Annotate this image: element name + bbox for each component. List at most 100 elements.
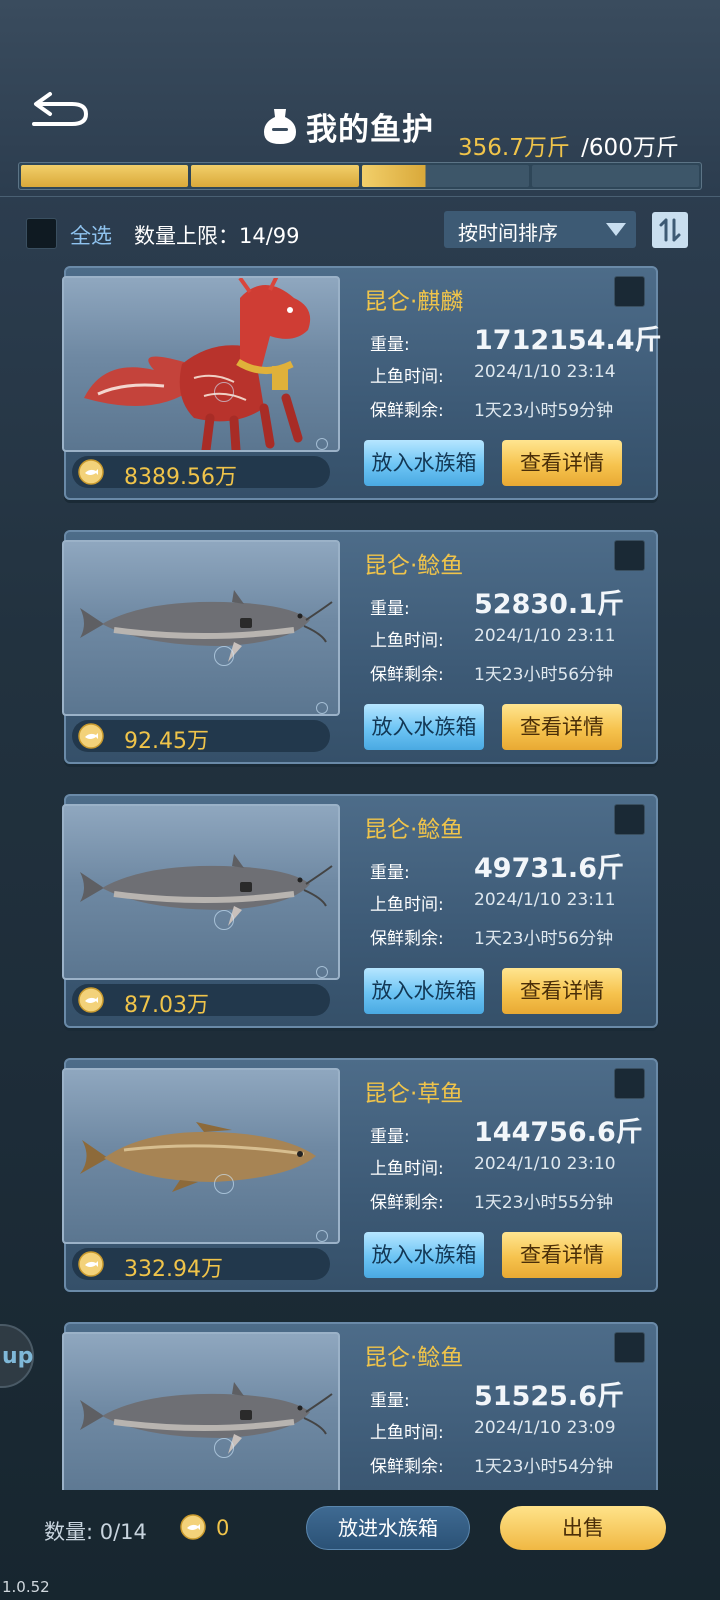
back-arrow-icon [32,92,89,126]
view-details-button[interactable]: 查看详情 [502,1232,622,1278]
fish-name: 昆仑·鲶鱼 [364,1345,464,1371]
catch-time-label: 上鱼时间: [370,1423,444,1443]
fish-catch-time: 2024/1/10 23:11 [474,626,616,646]
capacity-current: 356.7万斤 [458,135,570,161]
sort-order-toggle[interactable] [652,212,688,248]
fish-fresh-remaining: 1天23小时55分钟 [474,1193,614,1213]
catch-time-label: 上鱼时间: [370,895,444,915]
fresh-remaining-label: 保鲜剩余: [370,665,444,685]
fish-name: 昆仑·鲶鱼 [364,817,464,843]
capacity-max: 600万斤 [588,135,679,161]
catch-time-label: 上鱼时间: [370,1159,444,1179]
fish-image-frame [62,276,340,452]
progress-segment [191,165,359,187]
progress-segment [361,165,529,187]
fish-weight: 1712154.4斤 [474,325,662,356]
fish-value: 87.03万 [124,993,209,1018]
view-details-button[interactable]: 查看详情 [502,968,622,1014]
weight-label: 重量: [370,599,410,619]
footer-bar: 数量: 0/14 0 放进水族箱 出售 [0,1494,720,1574]
catfish-image [80,1382,333,1454]
fish-value-pill: 92.45万 [72,720,330,754]
fresh-remaining-label: 保鲜剩余: [370,401,444,421]
add-to-aquarium-button[interactable]: 放入水族箱 [364,704,484,750]
add-to-aquarium-button[interactable]: 放入水族箱 [364,440,484,486]
sort-dropdown[interactable]: 按时间排序 [444,211,636,248]
fish-value: 92.45万 [124,729,209,754]
fish-name: 昆仑·鲶鱼 [364,553,464,579]
bubble-decoration [214,382,234,402]
bubble-decoration [214,646,234,666]
fish-card[interactable]: 8389.56万 昆仑·麒麟 重量: 1712154.4斤 上鱼时间: 2024/1/10… [62,266,662,500]
page-title: 我的鱼护 [306,111,434,148]
fish-weight: 144756.6斤 [474,1117,643,1148]
back-button[interactable] [30,86,92,132]
bubble-decoration [316,966,328,978]
fish-select-checkbox[interactable] [614,276,645,307]
fish-fresh-remaining: 1天23小时59分钟 [474,401,614,421]
fish-card[interactable]: 昆仑·鲶鱼重量: 51525.6斤上鱼时间: 2024/1/10 23:09 保鲜剩余… [62,1322,658,1490]
fish-fresh-remaining: 1天23小时56分钟 [474,929,614,949]
select-all-checkbox[interactable] [26,218,57,249]
fish-card[interactable]: 92.45万 昆仑·鲶鱼 重量: 52830.1斤 上鱼时间: 2024/1/10 23:… [62,530,658,764]
fish-weight: 51525.6斤 [474,1381,624,1412]
fish-fresh-remaining: 1天23小时54分钟 [474,1457,614,1477]
fish-fresh-remaining: 1天23小时56分钟 [474,665,614,685]
fish-weight: 49731.6斤 [474,853,624,884]
catfish-image [80,590,333,662]
fish-select-checkbox[interactable] [614,1332,645,1363]
coin-icon [78,723,104,749]
fresh-remaining-label: 保鲜剩余: [370,1193,444,1213]
fish-name: 昆仑·麒麟 [364,289,464,315]
sort-order-icon [659,218,681,242]
selected-quantity: 数量: 0/14 [44,1520,147,1544]
view-details-button[interactable]: 查看详情 [502,440,622,486]
fish-image-frame [62,1068,340,1244]
fish-card[interactable]: 87.03万 昆仑·鲶鱼 重量: 49731.6斤 上鱼时间: 2024/1/10 23:… [62,794,658,1028]
fish-image-frame [62,804,340,980]
bubble-decoration [316,438,328,450]
coin-icon [180,1514,206,1540]
sort-label: 按时间排序 [458,221,558,245]
fish-value: 8389.56万 [124,465,237,490]
fish-catch-time: 2024/1/10 23:09 [474,1418,616,1438]
view-details-button[interactable]: 查看详情 [502,704,622,750]
fish-image-frame [62,540,340,716]
weight-label: 重量: [370,335,410,355]
weight-label: 重量: [370,1391,410,1411]
weight-label: 重量: [370,1127,410,1147]
fish-value-pill: 87.03万 [72,984,330,1018]
fish-select-checkbox[interactable] [614,540,645,571]
fresh-remaining-label: 保鲜剩余: [370,929,444,949]
qilin-image [84,278,311,450]
catch-time-label: 上鱼时间: [370,367,444,387]
progress-segment [21,165,189,187]
fish-name: 昆仑·草鱼 [364,1081,464,1107]
fish-bag-icon [264,109,296,144]
fish-list: 8389.56万 昆仑·麒麟重量: 1712154.4斤上鱼时间: 2024/1/10… [0,266,720,1490]
header: 我的鱼护 356.7万斤 /600万斤 [0,0,720,200]
version-label: 1.0.52 [2,1578,50,1596]
header-divider [0,196,720,197]
fresh-remaining-label: 保鲜剩余: [370,1457,444,1477]
put-into-aquarium-button[interactable]: 放进水族箱 [306,1506,470,1550]
up-label: up [2,1344,34,1369]
bubble-decoration [214,910,234,930]
select-all-label[interactable]: 全选 [70,220,112,250]
capacity-separator: / [581,135,589,161]
chevron-down-icon [606,223,626,236]
fish-card[interactable]: 332.94万 昆仑·草鱼 重量: 144756.6斤 上鱼时间: 2024/1/10 2… [62,1058,658,1292]
bubble-decoration [316,702,328,714]
fish-select-checkbox[interactable] [614,1068,645,1099]
coin-icon [78,1251,104,1277]
coin-icon [78,987,104,1013]
fish-select-checkbox[interactable] [614,804,645,835]
add-to-aquarium-button[interactable]: 放入水族箱 [364,968,484,1014]
add-to-aquarium-button[interactable]: 放入水族箱 [364,1232,484,1278]
progress-segment [531,165,699,187]
capacity-readout: 356.7万斤 /600万斤 [458,128,679,162]
bubble-decoration [214,1174,234,1194]
coin-icon [78,459,104,485]
catch-time-label: 上鱼时间: [370,631,444,651]
sell-button[interactable]: 出售 [500,1506,666,1550]
